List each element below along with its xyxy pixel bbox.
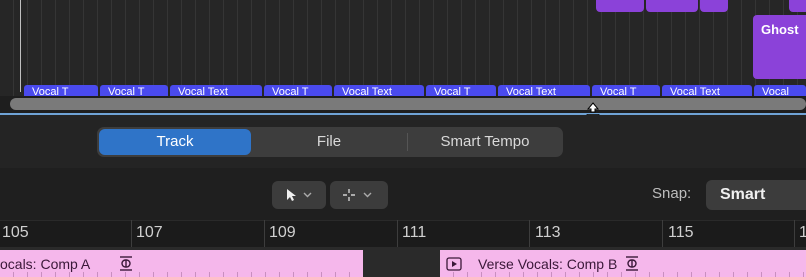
tab-separator [407, 133, 408, 151]
playhead-line[interactable] [20, 0, 21, 92]
ruler-bar-number: 115 [668, 224, 694, 241]
vocal-region-label: Vocal T [600, 86, 637, 96]
snap-label: Snap: [652, 185, 692, 202]
ruler-tick [131, 220, 132, 247]
vocal-region[interactable]: Vocal T [592, 85, 660, 96]
play-icon[interactable] [446, 257, 462, 271]
ruler-bar-number: 113 [535, 224, 561, 241]
pointer-tool-menu[interactable] [272, 181, 326, 209]
vocal-region[interactable]: Vocal Text [662, 85, 752, 96]
vocal-region[interactable]: Vocal Text [334, 85, 424, 96]
take-folder-icon[interactable] [624, 255, 640, 273]
horizontal-scrollbar[interactable] [10, 98, 806, 110]
ruler-tick [794, 220, 795, 247]
region-fragment[interactable] [596, 0, 644, 12]
ruler-tick [397, 220, 398, 247]
vocal-region-label: Vocal [762, 86, 789, 96]
ruler-bar-number: 109 [269, 224, 296, 241]
snap-value: Smart [720, 186, 766, 203]
vocal-region[interactable]: Vocal [754, 85, 806, 96]
crosshair-icon [343, 189, 372, 201]
region-fragment[interactable] [789, 0, 806, 12]
ruler-tick [529, 220, 530, 247]
vocal-region[interactable]: Vocal T [100, 85, 168, 96]
vocal-region[interactable]: Vocal T [426, 85, 496, 96]
tab-smart-tempo[interactable]: Smart Tempo [409, 129, 561, 155]
arrow-pointer-icon [287, 189, 312, 201]
ruler-bar-number: 105 [2, 224, 29, 241]
vocal-region[interactable]: Vocal T [24, 85, 98, 96]
comp-b-label: Verse Vocals: Comp B [478, 256, 618, 272]
vocal-region-label: Vocal Text [178, 86, 228, 96]
vocal-region-label: Vocal Text [670, 86, 720, 96]
ruler-bar-number: 107 [136, 224, 163, 241]
region-fragment[interactable] [700, 0, 728, 12]
vocal-region-label: Vocal T [32, 86, 69, 96]
secondary-tool-menu[interactable] [330, 181, 388, 209]
ruler-bar-number: 1 [799, 224, 806, 241]
ghost-region[interactable]: Ghost [753, 15, 806, 79]
comp-a-label: ocals: Comp A [0, 256, 91, 272]
vocal-region[interactable]: Vocal Text [498, 85, 590, 96]
vocal-region-label: Vocal T [108, 86, 145, 96]
vocal-region[interactable]: Vocal T [264, 85, 332, 96]
vocal-region-label: Vocal Text [506, 86, 556, 96]
tab-track[interactable]: Track [99, 129, 251, 155]
vocal-region-label: Vocal T [434, 86, 471, 96]
editor-tabs: Track File Smart Tempo [97, 127, 563, 157]
arrange-area[interactable]: Ghost Vocal T Vocal T Vocal Text Vocal T… [0, 0, 806, 96]
ruler-tick [662, 220, 663, 247]
ghost-region-label: Ghost [761, 22, 799, 37]
take-folder-icon[interactable] [118, 255, 134, 273]
region-fragment[interactable] [646, 0, 698, 12]
ruler-bar-number: 111 [402, 224, 427, 241]
tab-file[interactable]: File [253, 129, 405, 155]
snap-dropdown[interactable]: Smart [706, 180, 806, 210]
vocal-region-label: Vocal T [272, 86, 309, 96]
vocal-region-label: Vocal Text [342, 86, 392, 96]
ruler-tick [264, 220, 265, 247]
arrange-grid [0, 0, 806, 96]
vocal-region[interactable]: Vocal Text [170, 85, 262, 96]
